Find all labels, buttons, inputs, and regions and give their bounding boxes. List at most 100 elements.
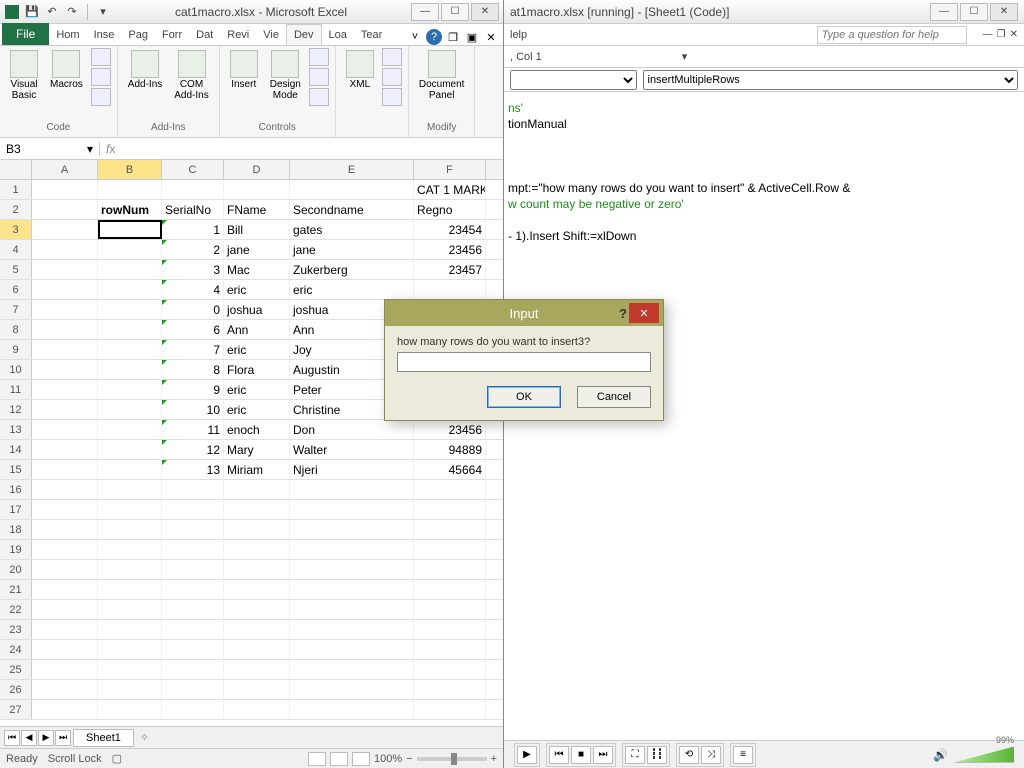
cell[interactable]: SerialNo — [162, 200, 224, 219]
window-max-icon[interactable]: ▣ — [464, 29, 480, 45]
row-header[interactable]: 9 — [0, 340, 32, 359]
cell[interactable] — [32, 200, 98, 219]
document-panel-button[interactable]: Document Panel — [415, 48, 469, 103]
cell[interactable] — [32, 460, 98, 479]
cell[interactable]: 2 — [162, 240, 224, 259]
vba-proc-select[interactable]: insertMultipleRows — [643, 70, 1019, 90]
zoom-in-icon[interactable]: + — [491, 753, 497, 765]
cell[interactable]: 8 — [162, 360, 224, 379]
row-header[interactable]: 11 — [0, 380, 32, 399]
stop-icon[interactable]: ■ — [571, 746, 591, 764]
cell[interactable]: 1 — [162, 220, 224, 239]
skip-back-icon[interactable]: ⏮ — [549, 746, 569, 764]
vba-menu-help[interactable]: lelp — [510, 29, 527, 41]
vba-object-select[interactable] — [510, 70, 637, 90]
cell[interactable] — [98, 280, 162, 299]
cell[interactable] — [98, 460, 162, 479]
cell[interactable] — [32, 220, 98, 239]
cell[interactable] — [98, 240, 162, 259]
cell[interactable] — [32, 240, 98, 259]
cell[interactable] — [98, 220, 162, 239]
help-icon[interactable]: ? — [426, 29, 442, 45]
playlist-icon[interactable]: ≡ — [733, 746, 753, 764]
cell[interactable] — [290, 480, 414, 499]
cell[interactable] — [224, 620, 290, 639]
row-header[interactable]: 10 — [0, 360, 32, 379]
cell[interactable] — [162, 600, 224, 619]
cell[interactable]: rowNum — [98, 200, 162, 219]
tab-view[interactable]: Vie — [256, 25, 286, 45]
window-close-icon[interactable]: ✕ — [483, 29, 499, 45]
maximize-button[interactable]: ☐ — [441, 3, 469, 21]
cell[interactable] — [414, 500, 486, 519]
row-header[interactable]: 27 — [0, 700, 32, 719]
vba-minimize-button[interactable]: — — [930, 3, 958, 21]
cell[interactable] — [32, 540, 98, 559]
cell[interactable]: jane — [224, 240, 290, 259]
run-dialog-icon[interactable] — [309, 88, 329, 106]
cell[interactable]: eric — [224, 380, 290, 399]
view-layout-icon[interactable] — [330, 752, 348, 766]
use-relative-icon[interactable] — [91, 68, 111, 86]
qat-dropdown-icon[interactable]: ▾ — [95, 4, 111, 20]
cell[interactable] — [32, 620, 98, 639]
cell[interactable] — [414, 580, 486, 599]
cell[interactable] — [224, 700, 290, 719]
row-header[interactable]: 6 — [0, 280, 32, 299]
fx-icon[interactable]: fx — [106, 142, 115, 156]
cell[interactable] — [98, 520, 162, 539]
cell[interactable] — [414, 540, 486, 559]
shuffle-icon[interactable]: ⤨ — [701, 746, 721, 764]
cell[interactable] — [98, 360, 162, 379]
cell[interactable]: eric — [290, 280, 414, 299]
name-box[interactable]: B3▾ — [0, 142, 100, 156]
cell[interactable]: Zukerberg — [290, 260, 414, 279]
row-header[interactable]: 4 — [0, 240, 32, 259]
design-mode-button[interactable]: Design Mode — [266, 48, 305, 103]
row-header[interactable]: 5 — [0, 260, 32, 279]
cell[interactable] — [98, 640, 162, 659]
cell[interactable]: Mary — [224, 440, 290, 459]
cell[interactable]: 23456 — [414, 240, 486, 259]
cell[interactable] — [98, 680, 162, 699]
equalizer-icon[interactable]: ┇┇ — [647, 746, 667, 764]
sheet-first-icon[interactable]: ⏮ — [4, 730, 20, 746]
row-header[interactable]: 22 — [0, 600, 32, 619]
cell[interactable] — [32, 380, 98, 399]
cell[interactable] — [98, 560, 162, 579]
row-header[interactable]: 26 — [0, 680, 32, 699]
cell[interactable]: 11 — [162, 420, 224, 439]
cell[interactable] — [32, 640, 98, 659]
cell[interactable] — [162, 560, 224, 579]
undo-icon[interactable]: ↶ — [44, 4, 60, 20]
row-header[interactable]: 7 — [0, 300, 32, 319]
cell[interactable]: eric — [224, 280, 290, 299]
cell[interactable]: 12 — [162, 440, 224, 459]
cell[interactable]: Regno — [414, 200, 486, 219]
sheet-last-icon[interactable]: ⏭ — [55, 730, 71, 746]
record-macro-icon[interactable] — [91, 48, 111, 66]
ribbon-minimize-icon[interactable]: ˅ — [407, 29, 423, 45]
view-normal-icon[interactable] — [308, 752, 326, 766]
cell[interactable] — [414, 680, 486, 699]
sheet-next-icon[interactable]: ▶ — [38, 730, 54, 746]
cancel-button[interactable]: Cancel — [577, 386, 651, 408]
cell[interactable] — [98, 600, 162, 619]
row-header[interactable]: 17 — [0, 500, 32, 519]
cell[interactable]: 3 — [162, 260, 224, 279]
cell[interactable] — [98, 440, 162, 459]
cell[interactable]: Bill — [224, 220, 290, 239]
row-header[interactable]: 25 — [0, 660, 32, 679]
cell[interactable] — [162, 580, 224, 599]
row-header[interactable]: 23 — [0, 620, 32, 639]
row-header[interactable]: 18 — [0, 520, 32, 539]
row-header[interactable]: 13 — [0, 420, 32, 439]
cell[interactable]: Don — [290, 420, 414, 439]
cell[interactable]: CAT 1 MARKS — [414, 180, 486, 199]
col-header-F[interactable]: F — [414, 160, 486, 179]
macro-security-icon[interactable] — [91, 88, 111, 106]
cell[interactable]: 9 — [162, 380, 224, 399]
row-header[interactable]: 19 — [0, 540, 32, 559]
cell[interactable] — [414, 660, 486, 679]
volume-slider[interactable] — [954, 747, 1014, 763]
